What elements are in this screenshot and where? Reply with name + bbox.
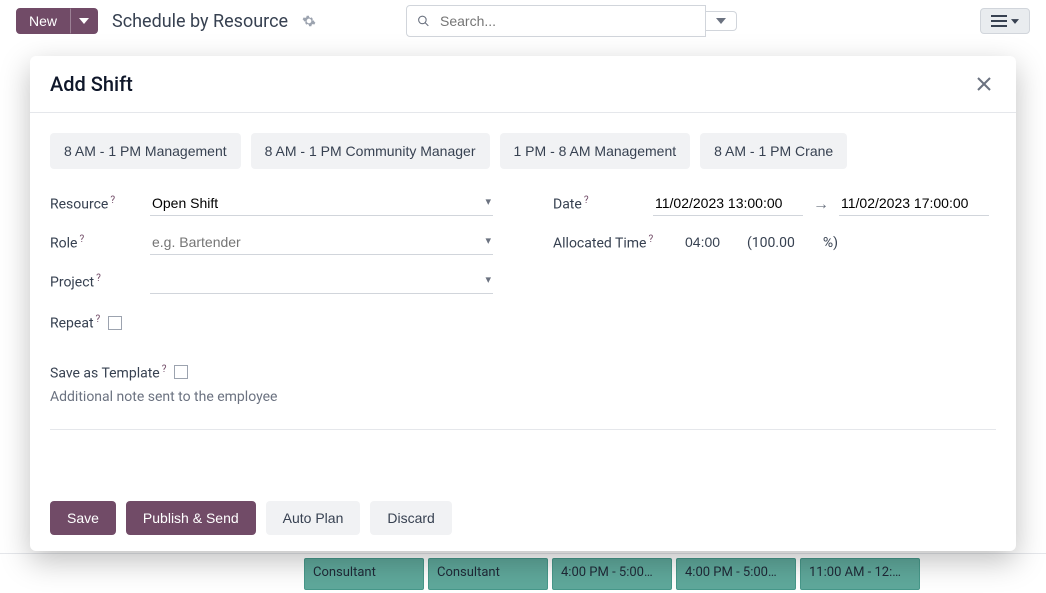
date-label: Date? [553, 195, 643, 213]
role-select[interactable] [150, 230, 493, 255]
allocated-percent-close: %) [823, 235, 838, 251]
close-button[interactable] [972, 72, 996, 96]
resource-select[interactable] [150, 191, 493, 216]
resource-label: Resource? [50, 195, 140, 213]
save-button[interactable]: Save [50, 501, 116, 535]
publish-send-button[interactable]: Publish & Send [126, 501, 256, 535]
shift-template-pill[interactable]: 8 AM - 1 PM Crane [700, 133, 847, 169]
date-end-input[interactable] [839, 191, 989, 216]
discard-button[interactable]: Discard [370, 501, 451, 535]
save-as-template-label: Save as Template? [50, 364, 166, 382]
project-label: Project? [50, 273, 140, 291]
help-icon[interactable]: ? [79, 234, 84, 245]
modal-footer: Save Publish & Send Auto Plan Discard [30, 485, 1016, 551]
help-icon[interactable]: ? [110, 195, 115, 206]
help-icon[interactable]: ? [584, 195, 589, 206]
date-start-input[interactable] [653, 191, 803, 216]
role-label: Role? [50, 234, 140, 252]
save-as-template-checkbox[interactable] [174, 365, 188, 379]
project-select[interactable] [150, 269, 493, 294]
modal-body: 8 AM - 1 PM Management 8 AM - 1 PM Commu… [30, 113, 1016, 485]
repeat-label: Repeat? [50, 314, 100, 332]
allocated-hours-input[interactable] [683, 230, 733, 255]
modal-title: Add Shift [50, 72, 133, 96]
repeat-checkbox[interactable] [108, 316, 122, 330]
allocated-percent-open: (100.00 [747, 235, 795, 251]
help-icon[interactable]: ? [162, 364, 167, 375]
help-icon[interactable]: ? [96, 314, 101, 325]
arrow-right-icon: → [813, 194, 829, 214]
modal-overlay: Add Shift 8 AM - 1 PM Management 8 AM - … [0, 0, 1046, 593]
add-shift-modal: Add Shift 8 AM - 1 PM Management 8 AM - … [30, 56, 1016, 551]
shift-template-pill[interactable]: 1 PM - 8 AM Management [500, 133, 691, 169]
note-placeholder-text[interactable]: Additional note sent to the employee [50, 389, 996, 405]
shift-template-pill[interactable]: 8 AM - 1 PM Community Manager [251, 133, 490, 169]
shift-template-pill[interactable]: 8 AM - 1 PM Management [50, 133, 241, 169]
auto-plan-button[interactable]: Auto Plan [266, 501, 361, 535]
modal-header: Add Shift [30, 56, 1016, 113]
divider [50, 429, 996, 430]
help-icon[interactable]: ? [96, 273, 101, 284]
close-icon [976, 76, 992, 92]
allocated-time-label: Allocated Time? [553, 234, 673, 252]
template-pill-row: 8 AM - 1 PM Management 8 AM - 1 PM Commu… [50, 133, 996, 169]
help-icon[interactable]: ? [648, 234, 653, 245]
